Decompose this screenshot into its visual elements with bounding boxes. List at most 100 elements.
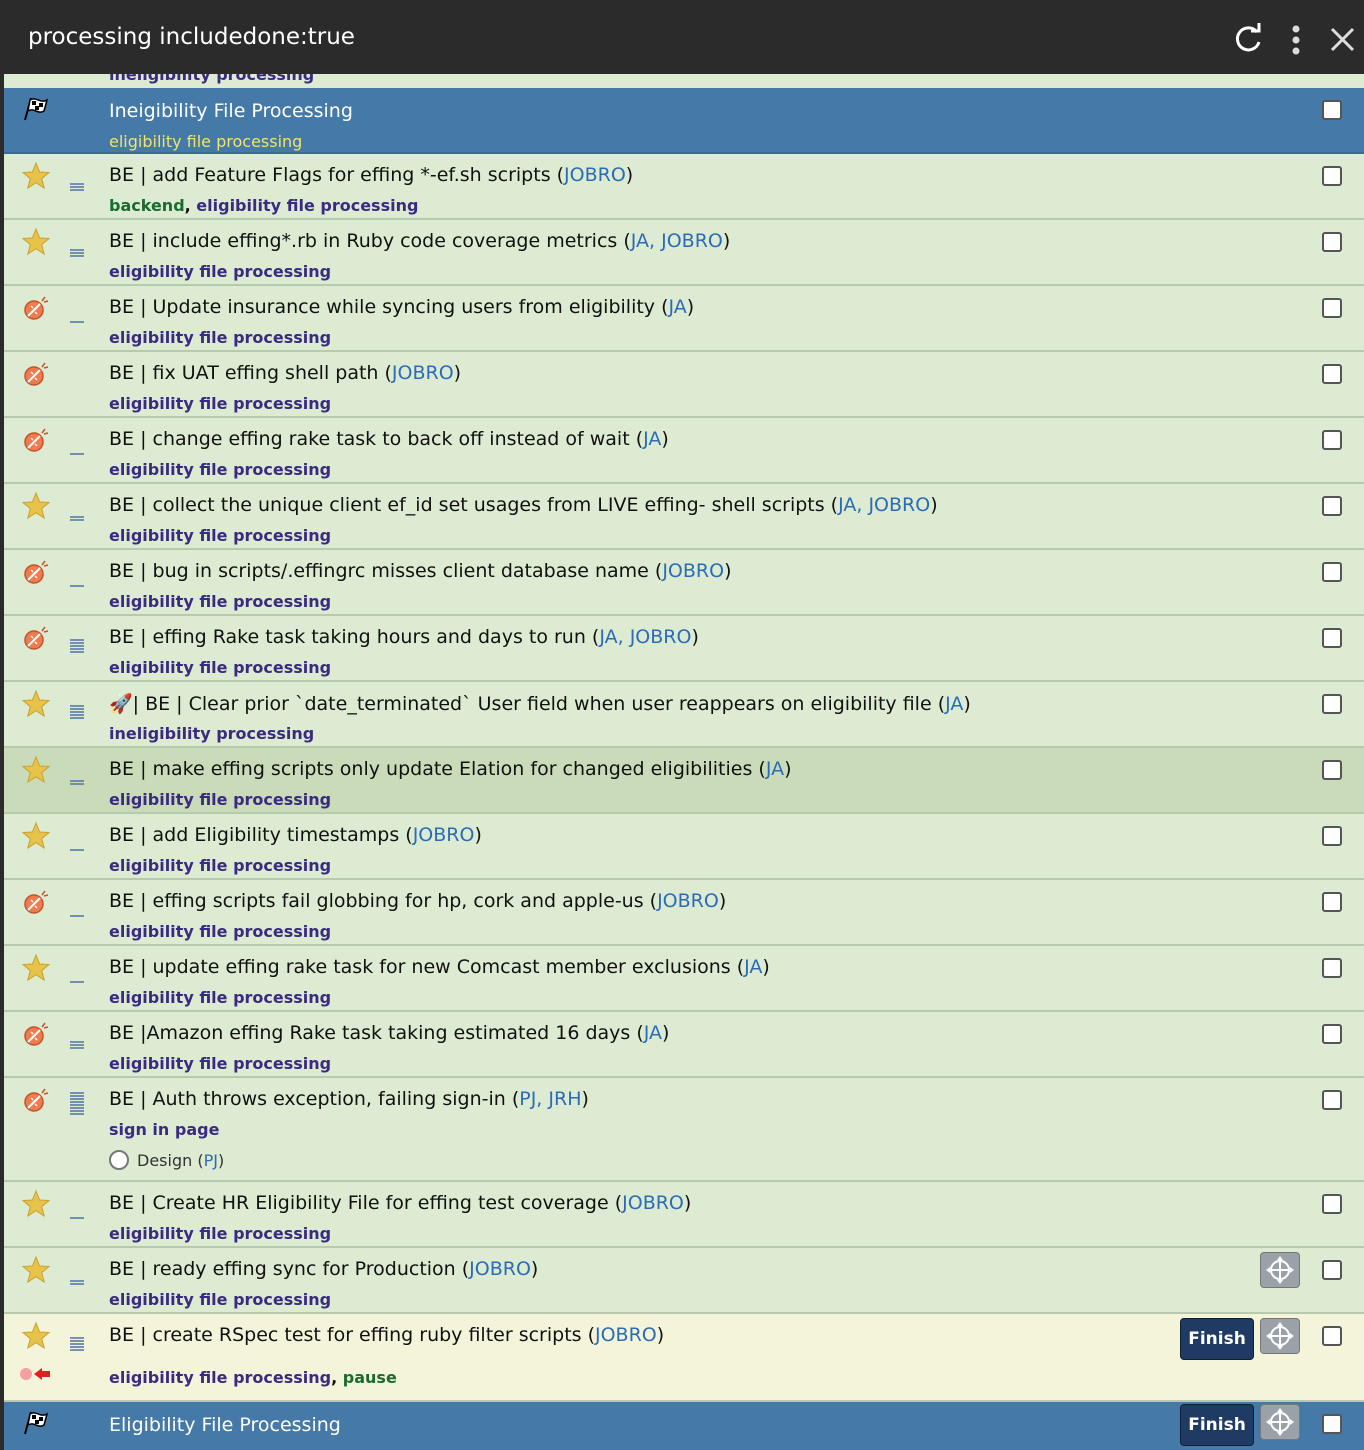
task-title[interactable]: BE | effing Rake task taking hours and d… xyxy=(109,626,699,648)
assignee-link[interactable]: JOBRO xyxy=(413,824,475,846)
star-icon[interactable] xyxy=(20,688,52,720)
tag[interactable]: eligibility file processing xyxy=(109,1368,331,1387)
assignee-link[interactable]: JOBRO xyxy=(595,1324,657,1346)
task-row[interactable]: BE | effing scripts fail globbing for hp… xyxy=(4,880,1364,946)
assignee-link[interactable]: JA xyxy=(644,1022,662,1044)
tag[interactable]: pause xyxy=(343,1368,397,1387)
tag[interactable]: eligibility file processing xyxy=(109,592,331,611)
bug-icon[interactable] xyxy=(20,358,52,390)
task-row[interactable]: BE | update effing rake task for new Com… xyxy=(4,946,1364,1012)
bug-icon[interactable] xyxy=(20,1018,52,1050)
subtask-checkbox-icon[interactable] xyxy=(109,1150,129,1170)
bug-icon[interactable] xyxy=(20,622,52,654)
tag[interactable]: eligibility file processing xyxy=(109,1224,331,1243)
tag[interactable]: ineligibility processing xyxy=(109,724,314,743)
task-title[interactable]: BE | create RSpec test for effing ruby f… xyxy=(109,1324,664,1346)
task-title[interactable]: BE | Update insurance while syncing user… xyxy=(109,296,694,318)
complete-checkbox[interactable] xyxy=(1322,430,1342,450)
complete-checkbox[interactable] xyxy=(1322,1260,1342,1280)
assignee-link[interactable]: JOBRO xyxy=(469,1258,531,1280)
complete-checkbox[interactable] xyxy=(1322,496,1342,516)
star-icon[interactable] xyxy=(20,160,52,192)
complete-checkbox[interactable] xyxy=(1322,232,1342,252)
star-icon[interactable] xyxy=(20,820,52,852)
task-title[interactable]: BE | ready effing sync for Production (J… xyxy=(109,1258,538,1280)
task-row[interactable]: BE | Update insurance while syncing user… xyxy=(4,286,1364,352)
task-row[interactable]: BE | Create HR Eligibility File for effi… xyxy=(4,1182,1364,1248)
task-title[interactable]: BE | add Eligibility timestamps (JOBRO) xyxy=(109,824,482,846)
complete-checkbox[interactable] xyxy=(1322,1194,1342,1214)
tag[interactable]: eligibility file processing xyxy=(109,328,331,347)
complete-checkbox[interactable] xyxy=(1322,298,1342,318)
complete-checkbox[interactable] xyxy=(1322,628,1342,648)
task-title[interactable]: 🚀| BE | Clear prior `date_terminated` Us… xyxy=(109,692,971,715)
task-row[interactable]: BE |Amazon effing Rake task taking estim… xyxy=(4,1012,1364,1078)
tag[interactable]: eligibility file processing xyxy=(109,790,331,809)
task-row[interactable]: BE | include effing*.rb in Ruby code cov… xyxy=(4,220,1364,286)
task-title[interactable]: BE | add Feature Flags for effing *-ef.s… xyxy=(109,164,633,186)
task-title[interactable]: BE | change effing rake task to back off… xyxy=(109,428,669,450)
tag[interactable]: backend xyxy=(109,196,185,215)
star-icon[interactable] xyxy=(20,490,52,522)
subtask-item[interactable]: Design (PJ) xyxy=(109,1150,224,1170)
task-row[interactable]: BE | fix UAT effing shell path (JOBRO) el… xyxy=(4,352,1364,418)
finish-button[interactable]: Finish xyxy=(1180,1404,1254,1446)
task-row[interactable]: BE | change effing rake task to back off… xyxy=(4,418,1364,484)
assignee-link[interactable]: JOBRO xyxy=(564,164,626,186)
complete-checkbox[interactable] xyxy=(1322,892,1342,912)
move-icon[interactable] xyxy=(1260,1318,1300,1354)
task-title[interactable]: BE | bug in scripts/.effingrc misses cli… xyxy=(109,560,731,582)
complete-checkbox[interactable] xyxy=(1322,694,1342,714)
bug-icon[interactable] xyxy=(20,1084,52,1116)
tag[interactable]: eligibility file processing xyxy=(109,988,331,1007)
bug-icon[interactable] xyxy=(20,886,52,918)
tag[interactable]: eligibility file processing xyxy=(196,196,418,215)
tag[interactable]: eligibility file processing xyxy=(109,460,331,479)
star-icon[interactable] xyxy=(20,1188,52,1220)
complete-checkbox[interactable] xyxy=(1322,1326,1342,1346)
assignee-link[interactable]: JA, JOBRO xyxy=(599,626,691,648)
task-row[interactable]: BE | ready effing sync for Production (J… xyxy=(4,1248,1364,1314)
task-row[interactable]: BE | collect the unique client ef_id set… xyxy=(4,484,1364,550)
task-row[interactable]: BE | create RSpec test for effing ruby f… xyxy=(4,1314,1364,1402)
task-title[interactable]: BE |Amazon effing Rake task taking estim… xyxy=(109,1022,669,1044)
bug-icon[interactable] xyxy=(20,556,52,588)
complete-checkbox[interactable] xyxy=(1322,1024,1342,1044)
complete-checkbox[interactable] xyxy=(1322,958,1342,978)
tag[interactable]: eligibility file processing xyxy=(109,1054,331,1073)
task-row[interactable]: BE | add Feature Flags for effing *-ef.s… xyxy=(4,154,1364,220)
star-icon[interactable] xyxy=(20,754,52,786)
task-title[interactable]: BE | effing scripts fail globbing for hp… xyxy=(109,890,726,912)
assignee-link[interactable]: JOBRO xyxy=(662,560,724,582)
finish-button[interactable]: Finish xyxy=(1180,1318,1254,1360)
complete-checkbox[interactable] xyxy=(1322,562,1342,582)
assignee-link[interactable]: JA, JOBRO xyxy=(631,230,723,252)
tag[interactable]: sign in page xyxy=(109,1120,219,1139)
task-title[interactable]: BE | update effing rake task for new Com… xyxy=(109,956,770,978)
tag[interactable]: eligibility file processing xyxy=(109,394,331,413)
task-row[interactable]: BE | effing Rake task taking hours and d… xyxy=(4,616,1364,682)
move-icon[interactable] xyxy=(1260,1404,1300,1440)
star-icon[interactable] xyxy=(20,1254,52,1286)
task-row[interactable]: BE | make effing scripts only update Ela… xyxy=(4,748,1364,814)
complete-checkbox[interactable] xyxy=(1322,1414,1342,1434)
complete-checkbox[interactable] xyxy=(1322,100,1342,120)
star-icon[interactable] xyxy=(20,1320,52,1352)
close-icon[interactable] xyxy=(1320,18,1364,62)
task-row[interactable]: BE | Auth throws exception, failing sign… xyxy=(4,1078,1364,1182)
refresh-icon[interactable] xyxy=(1226,18,1270,62)
assignee-link[interactable]: JA xyxy=(766,758,784,780)
assignee-link[interactable]: JA xyxy=(744,956,762,978)
complete-checkbox[interactable] xyxy=(1322,760,1342,780)
tag[interactable]: eligibility file processing xyxy=(109,922,331,941)
task-title[interactable]: BE | include effing*.rb in Ruby code cov… xyxy=(109,230,730,252)
assignee-link[interactable]: JA xyxy=(945,693,963,715)
complete-checkbox[interactable] xyxy=(1322,364,1342,384)
bug-icon[interactable] xyxy=(20,424,52,456)
assignee-link[interactable]: JOBRO xyxy=(392,362,454,384)
task-row[interactable]: BE | bug in scripts/.effingrc misses cli… xyxy=(4,550,1364,616)
task-title[interactable]: BE | collect the unique client ef_id set… xyxy=(109,494,938,516)
task-title[interactable]: BE | fix UAT effing shell path (JOBRO) xyxy=(109,362,461,384)
complete-checkbox[interactable] xyxy=(1322,1090,1342,1110)
tag[interactable]: eligibility file processing xyxy=(109,856,331,875)
